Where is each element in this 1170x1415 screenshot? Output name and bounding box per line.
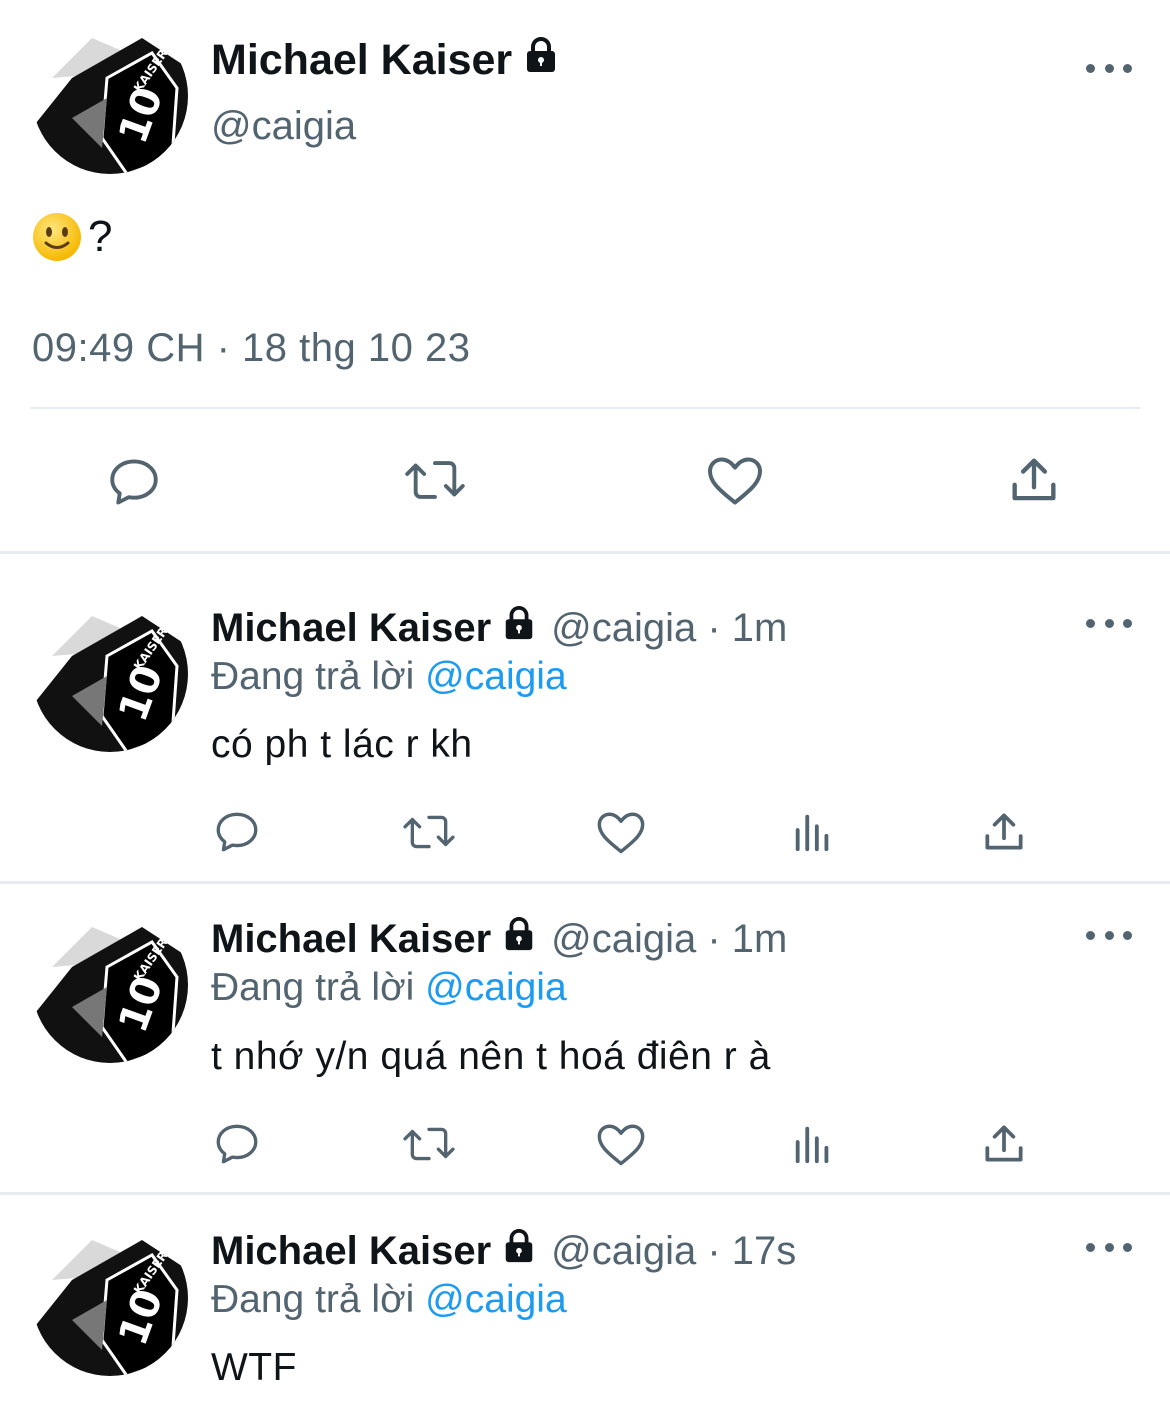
section-divider bbox=[0, 1192, 1170, 1195]
slightly-smiling-face-icon bbox=[33, 213, 81, 261]
reply-header[interactable]: Michael Kaiser @caigia · 1m bbox=[211, 605, 787, 651]
display-name: Michael Kaiser bbox=[211, 916, 492, 961]
avatar[interactable]: KAISER 10 bbox=[32, 596, 188, 752]
timestamp[interactable]: 09:49 CH · 18 thg 10 23 bbox=[32, 326, 470, 371]
display-name[interactable]: Michael Kaiser bbox=[211, 36, 560, 85]
tweet-text-body: ? bbox=[88, 212, 113, 261]
retweet-icon[interactable] bbox=[400, 450, 470, 510]
tweet-text: WTF bbox=[211, 1346, 297, 1389]
replying-prefix: Đang trả lời bbox=[211, 655, 415, 698]
share-icon[interactable] bbox=[978, 806, 1030, 858]
avatar[interactable]: KAISER 10 bbox=[32, 907, 188, 1063]
like-icon[interactable] bbox=[704, 450, 766, 510]
handle-time: @caigia · 17s bbox=[551, 1228, 797, 1273]
share-icon[interactable] bbox=[1004, 450, 1064, 510]
reply-header[interactable]: Michael Kaiser @caigia · 17s bbox=[211, 1228, 796, 1274]
retweet-icon[interactable] bbox=[398, 806, 460, 858]
lock-icon bbox=[501, 916, 537, 962]
views-icon[interactable] bbox=[789, 808, 837, 856]
mention-link[interactable]: @caigia bbox=[425, 1278, 567, 1321]
tweet-text: ? bbox=[32, 212, 112, 262]
replying-prefix: Đang trả lời bbox=[211, 966, 415, 1009]
replying-to: Đang trả lời @caigia bbox=[211, 655, 567, 699]
reply-icon[interactable] bbox=[104, 452, 164, 512]
like-icon[interactable] bbox=[594, 1118, 648, 1170]
more-icon[interactable] bbox=[1086, 928, 1132, 942]
display-name: Michael Kaiser bbox=[211, 605, 492, 650]
handle[interactable]: @caigia bbox=[211, 104, 356, 149]
section-divider bbox=[0, 881, 1170, 884]
more-icon[interactable] bbox=[1086, 1240, 1132, 1254]
tweet-text: t nhớ y/n quá nên t hoá điên r à bbox=[211, 1035, 771, 1078]
display-name-text: Michael Kaiser bbox=[211, 36, 513, 84]
replying-to: Đang trả lời @caigia bbox=[211, 966, 567, 1010]
more-icon[interactable] bbox=[1086, 61, 1132, 75]
reply-icon[interactable] bbox=[211, 1118, 263, 1170]
more-icon[interactable] bbox=[1086, 616, 1132, 630]
handle-time: @caigia · 1m bbox=[551, 916, 788, 961]
reply-header[interactable]: Michael Kaiser @caigia · 1m bbox=[211, 916, 787, 962]
views-icon[interactable] bbox=[789, 1120, 837, 1168]
tweet-text: có ph t lác r kh bbox=[211, 723, 473, 766]
replying-prefix: Đang trả lời bbox=[211, 1278, 415, 1321]
share-icon[interactable] bbox=[978, 1118, 1030, 1170]
lock-icon bbox=[501, 605, 537, 651]
lock-icon bbox=[501, 1228, 537, 1274]
display-name: Michael Kaiser bbox=[211, 1228, 492, 1273]
like-icon[interactable] bbox=[594, 806, 648, 858]
lock-icon bbox=[522, 36, 560, 85]
section-divider bbox=[0, 551, 1170, 554]
retweet-icon[interactable] bbox=[398, 1118, 460, 1170]
mention-link[interactable]: @caigia bbox=[425, 655, 567, 698]
replying-to: Đang trả lời @caigia bbox=[211, 1278, 567, 1322]
reply-icon[interactable] bbox=[211, 806, 263, 858]
avatar[interactable]: KAISER 10 bbox=[32, 1220, 188, 1376]
mention-link[interactable]: @caigia bbox=[425, 966, 567, 1009]
divider bbox=[30, 407, 1140, 409]
handle-time: @caigia · 1m bbox=[551, 605, 788, 650]
avatar[interactable]: KAISER 10 bbox=[32, 18, 188, 174]
